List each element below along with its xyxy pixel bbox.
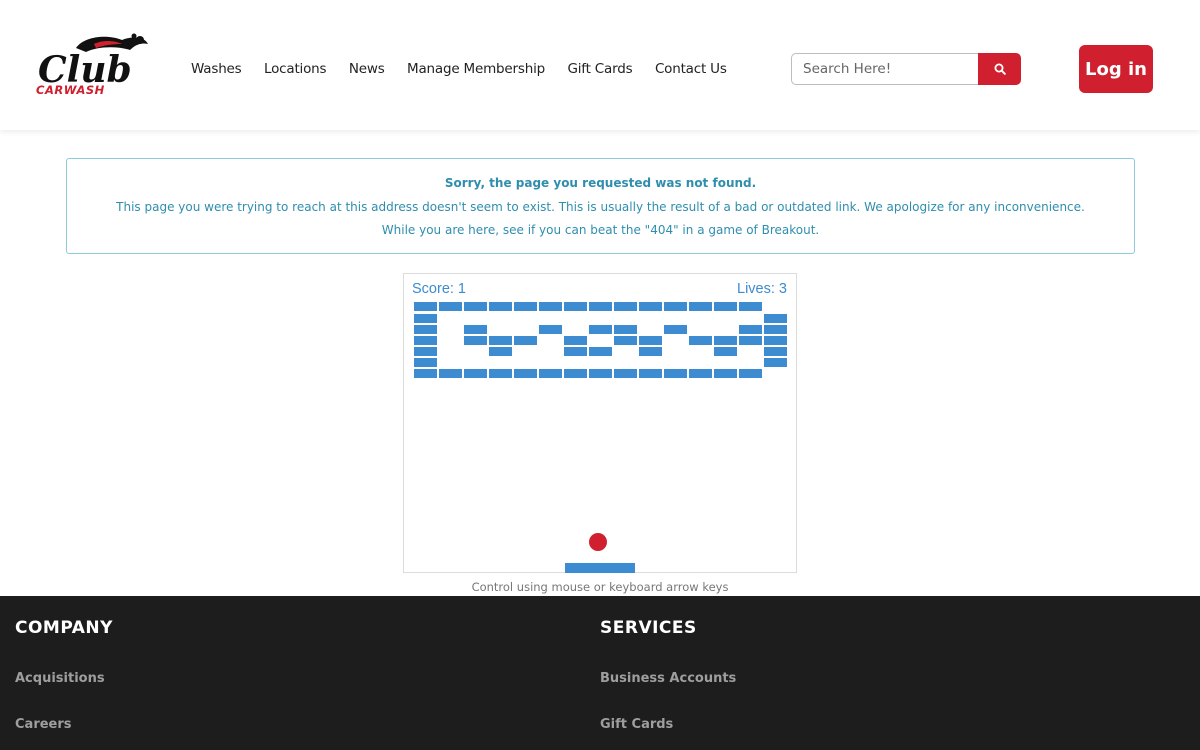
game-hint: Control using mouse or keyboard arrow ke…: [471, 580, 729, 594]
brick: [464, 336, 487, 345]
brick: [539, 302, 562, 311]
brick: [639, 336, 662, 345]
brick: [439, 369, 462, 378]
brick: [464, 325, 487, 334]
brick: [764, 325, 787, 334]
footer-link-gift-cards[interactable]: Gift Cards: [600, 717, 673, 732]
brick: [414, 336, 437, 345]
footer-link-acquisitions[interactable]: Acquisitions: [15, 671, 105, 686]
brick: [739, 325, 762, 334]
brick: [764, 314, 787, 323]
brick: [589, 302, 612, 311]
login-button[interactable]: Log in: [1079, 45, 1153, 93]
main-nav: Washes Locations News Manage Membership …: [191, 61, 749, 77]
brick: [489, 302, 512, 311]
footer-link-business-accounts[interactable]: Business Accounts: [600, 671, 736, 686]
brick: [464, 369, 487, 378]
brick: [614, 302, 637, 311]
alert-title: Sorry, the page you requested was not fo…: [444, 176, 757, 190]
alert-invite: While you are here, see if you can beat …: [381, 223, 820, 237]
brick: [639, 369, 662, 378]
brick: [714, 302, 737, 311]
nav-washes[interactable]: Washes: [191, 61, 242, 77]
brick: [714, 347, 737, 356]
brick: [664, 369, 687, 378]
brick: [414, 347, 437, 356]
brick: [714, 369, 737, 378]
not-found-alert: Sorry, the page you requested was not fo…: [66, 158, 1135, 254]
brick: [514, 369, 537, 378]
brick-field: [414, 302, 787, 378]
game-canvas[interactable]: Score: 1 Lives: 3: [404, 274, 798, 574]
nav-contact-us[interactable]: Contact Us: [655, 61, 727, 77]
brick: [589, 325, 612, 334]
brick: [489, 347, 512, 356]
brick: [639, 302, 662, 311]
alert-message: This page you were trying to reach at th…: [116, 200, 1085, 214]
brick: [514, 336, 537, 345]
logo-subtext: CARWASH: [36, 83, 105, 96]
nav-manage-membership[interactable]: Manage Membership: [407, 61, 545, 77]
brick: [464, 302, 487, 311]
logo-graphic: Club CARWASH: [36, 33, 148, 97]
brick: [489, 336, 512, 345]
brick: [639, 347, 662, 356]
brick: [589, 347, 612, 356]
search-form: [791, 53, 1021, 85]
brick: [664, 302, 687, 311]
brick: [439, 302, 462, 311]
footer-company-heading: COMPANY: [15, 618, 113, 638]
brick: [764, 336, 787, 345]
lives-label: Lives: 3: [737, 281, 787, 297]
nav-news[interactable]: News: [349, 61, 385, 77]
search-input[interactable]: [791, 53, 978, 85]
brick: [539, 325, 562, 334]
brick: [589, 369, 612, 378]
brick: [614, 336, 637, 345]
brick: [614, 369, 637, 378]
ball: [589, 533, 607, 551]
brick: [614, 325, 637, 334]
brick: [739, 336, 762, 345]
brick: [564, 336, 587, 345]
breakout-game[interactable]: Score: 1 Lives: 3: [403, 273, 797, 573]
brick: [414, 314, 437, 323]
brick: [764, 347, 787, 356]
brick: [689, 302, 712, 311]
brick: [739, 302, 762, 311]
brick: [414, 358, 437, 367]
club-carwash-logo[interactable]: Club CARWASH: [36, 32, 152, 97]
site-header: Club CARWASH Washes Locations News Manag…: [0, 0, 1200, 130]
brick: [689, 336, 712, 345]
brick: [489, 369, 512, 378]
search-icon: [994, 63, 1006, 75]
brick: [739, 369, 762, 378]
search-button[interactable]: [978, 53, 1021, 85]
brick: [564, 302, 587, 311]
score-label: Score: 1: [412, 281, 466, 297]
brick: [539, 369, 562, 378]
brick: [564, 369, 587, 378]
nav-locations[interactable]: Locations: [264, 61, 327, 77]
brick: [564, 347, 587, 356]
footer-services-heading: SERVICES: [600, 618, 697, 638]
brick: [414, 325, 437, 334]
brick: [664, 325, 687, 334]
nav-gift-cards[interactable]: Gift Cards: [568, 61, 633, 77]
brick: [414, 369, 437, 378]
brick: [714, 336, 737, 345]
site-footer: COMPANY Acquisitions Careers SERVICES Bu…: [0, 596, 1200, 750]
footer-link-careers[interactable]: Careers: [15, 717, 72, 732]
brick: [514, 302, 537, 311]
brick: [414, 302, 437, 311]
brick: [689, 369, 712, 378]
paddle[interactable]: [565, 563, 635, 573]
brick: [764, 358, 787, 367]
